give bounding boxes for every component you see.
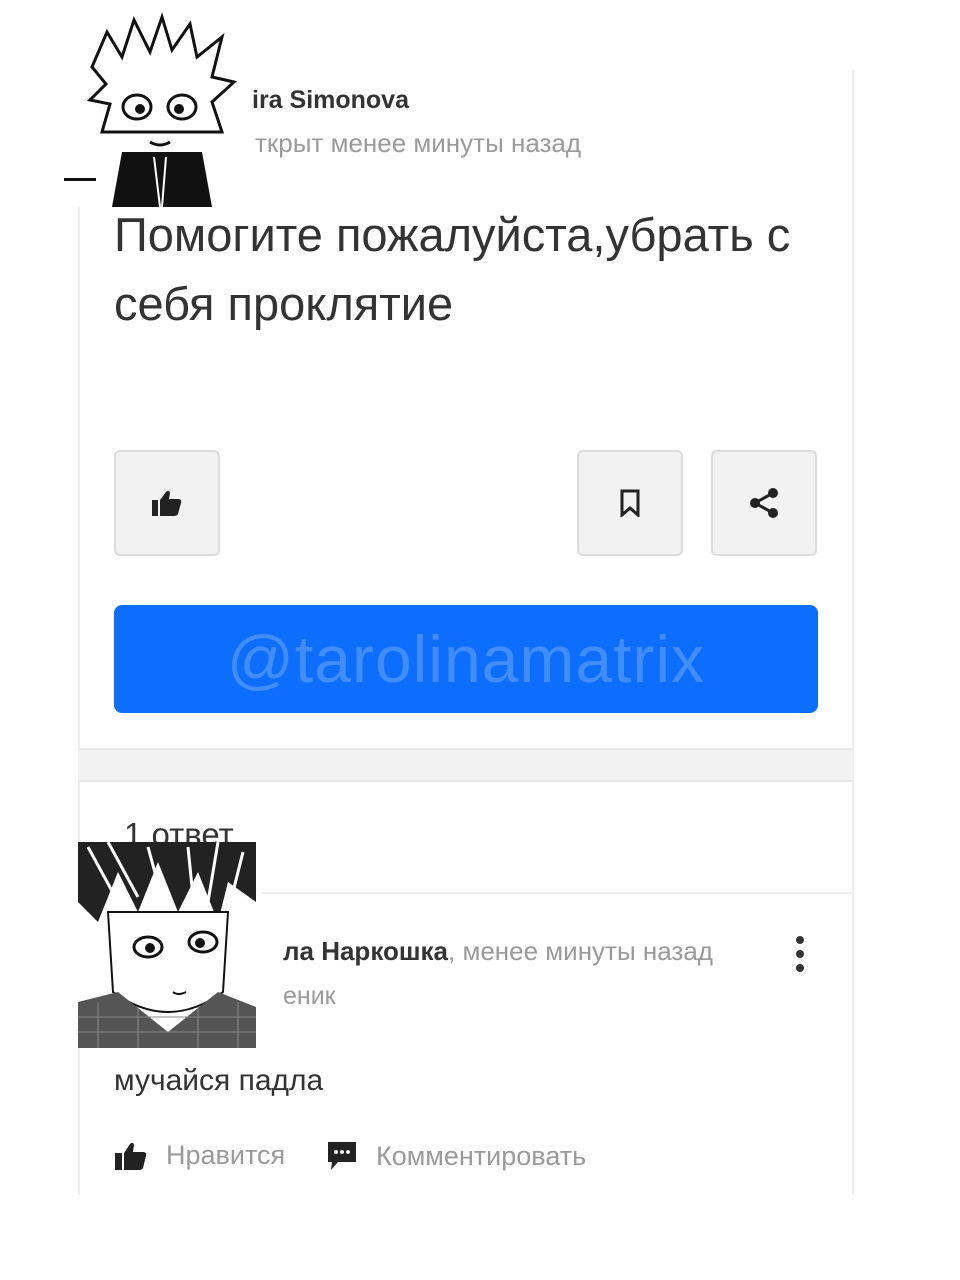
share-button[interactable] (711, 450, 817, 556)
bookmark-button[interactable] (577, 450, 683, 556)
question-author-avatar[interactable] (62, 12, 262, 207)
manga-avatar-image (62, 12, 262, 207)
comment-label: Комментировать (376, 1140, 587, 1171)
answer-menu-button[interactable] (790, 934, 810, 974)
bookmark-icon (620, 489, 640, 517)
answer-button[interactable]: @tarolinamatrix (114, 605, 818, 713)
like-label: Нравится (166, 1140, 286, 1170)
answer-author-role: еник (283, 982, 336, 1010)
kebab-menu-icon (796, 936, 804, 972)
comment-icon (326, 1140, 358, 1172)
watermark-text: @tarolinamatrix (226, 622, 706, 696)
section-separator (78, 750, 854, 780)
answer-author-avatar[interactable] (78, 842, 256, 1048)
answer-like-button[interactable]: Нравится (114, 1140, 285, 1171)
share-icon (750, 488, 778, 518)
answer-author-line: ла Наркошка, менее минуты назад (283, 936, 713, 967)
answer-text: мучайся падла (114, 1064, 324, 1097)
answer-timestamp: , менее минуты назад (448, 936, 713, 966)
thumbs-up-icon (114, 1141, 148, 1171)
divider (262, 892, 852, 894)
like-button[interactable] (114, 450, 220, 556)
thumbs-up-icon (152, 490, 182, 516)
question-timestamp: ткрыт менее минуты назад (255, 128, 582, 158)
answer-author-name[interactable]: ла Наркошка (283, 936, 448, 966)
manga-avatar-image (78, 842, 256, 1048)
answer-comment-button[interactable]: Комментировать (326, 1140, 586, 1172)
question-author-name[interactable]: ira Simonova (252, 86, 409, 115)
question-text: Помогите пожалуйста,убрать с себя прокля… (114, 208, 791, 330)
